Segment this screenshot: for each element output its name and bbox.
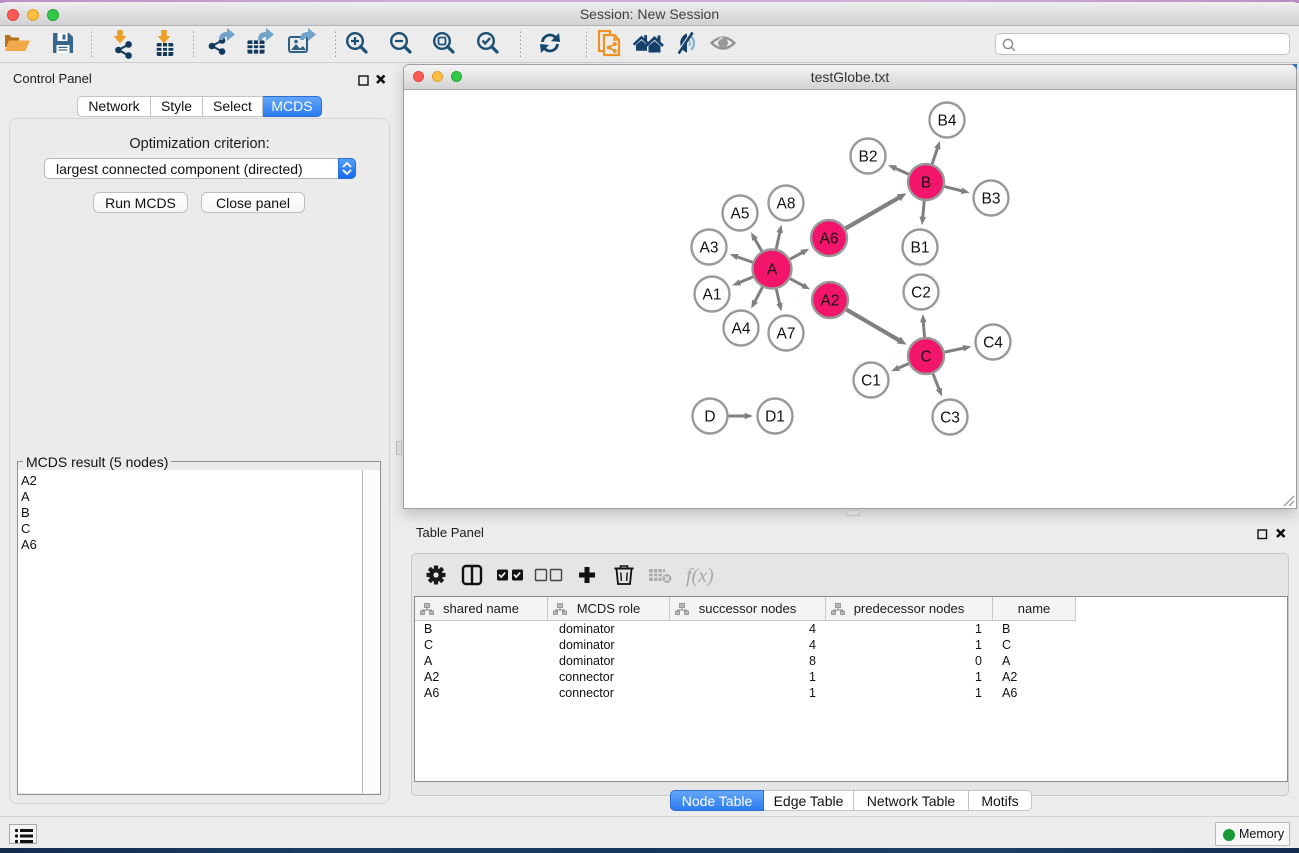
svg-text:D1: D1 [765, 409, 785, 426]
svg-text:A1: A1 [703, 287, 722, 304]
svg-text:A2: A2 [821, 293, 840, 310]
svg-text:A8: A8 [777, 196, 796, 213]
svg-text:C3: C3 [940, 410, 960, 427]
svg-text:B: B [921, 175, 931, 192]
svg-text:C: C [920, 349, 931, 366]
svg-text:C2: C2 [911, 285, 931, 302]
svg-text:D: D [704, 409, 715, 426]
svg-text:B3: B3 [982, 191, 1001, 208]
svg-text:A7: A7 [777, 326, 796, 343]
svg-text:A6: A6 [820, 231, 839, 248]
svg-text:C1: C1 [861, 373, 881, 390]
svg-text:A3: A3 [700, 240, 719, 257]
svg-text:B1: B1 [911, 240, 930, 257]
svg-text:A4: A4 [732, 321, 751, 338]
svg-text:B4: B4 [938, 113, 957, 130]
svg-text:A: A [767, 262, 778, 279]
svg-text:B2: B2 [859, 149, 878, 166]
svg-text:A5: A5 [731, 206, 750, 223]
svg-text:f(x): f(x) [686, 565, 714, 587]
svg-text:C4: C4 [983, 335, 1003, 352]
